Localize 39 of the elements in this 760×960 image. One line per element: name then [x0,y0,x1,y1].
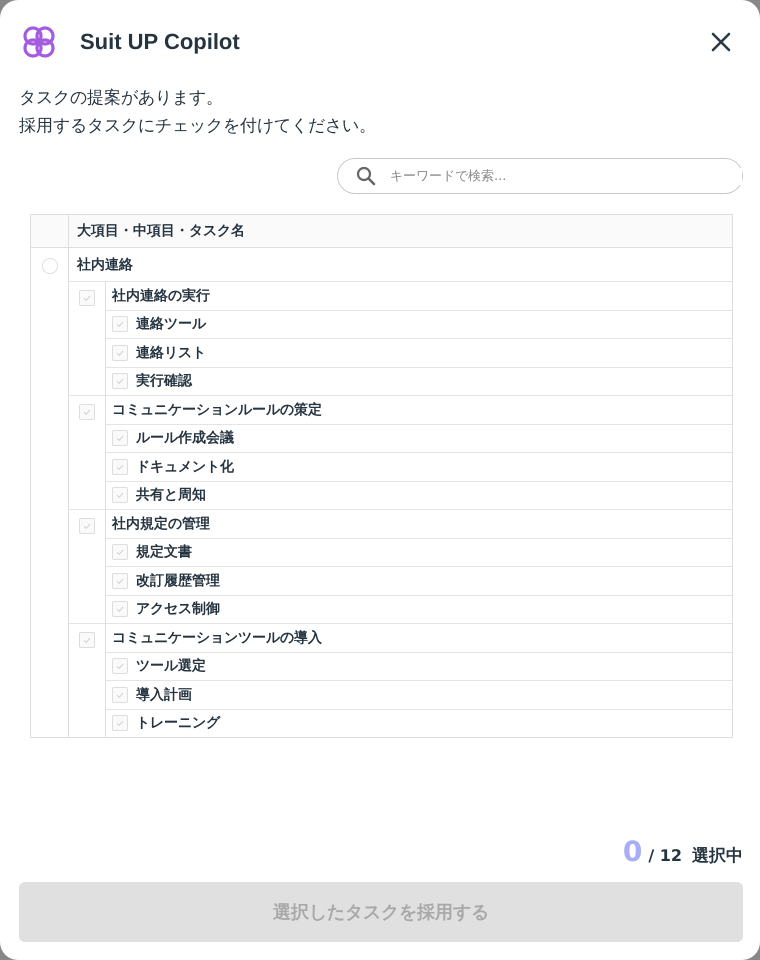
task-label: 規定文書 [136,543,192,562]
task-label: 実行確認 [136,372,192,390]
check-icon [82,407,92,417]
subcategory-label: 社内連絡の実行 [112,286,210,305]
check-icon [115,319,125,330]
task-label: 導入計画 [136,686,192,704]
total-count: / 12 [648,846,682,865]
subcategory-label: 社内規定の管理 [112,514,210,533]
category-label: 社内連絡 [77,256,133,274]
search-icon [356,166,376,186]
task-label: アクセス制御 [136,600,220,618]
check-icon [115,604,125,614]
task-label: 改訂履歴管理 [136,572,220,590]
instruction-text: タスクの提案があります。 [19,87,224,110]
task-label: ドキュメント化 [136,458,234,476]
radio-button[interactable] [42,258,58,274]
subcategory-label: コミュニケーションツールの導入 [112,628,322,647]
task-label: ツール選定 [136,657,206,676]
task-label: 共有と周知 [136,486,206,504]
check-icon [115,490,125,500]
selected-count: 0 [622,835,642,868]
task-label: 連絡リスト [136,344,206,362]
task-label: トレーニング [136,714,220,732]
check-icon [115,376,125,386]
check-icon [115,433,125,444]
check-icon [115,661,125,672]
task-label: 連絡ツール [136,315,206,334]
subcategory-label: コミュニケーションルールの策定 [112,400,322,419]
instruction-text: 採用するタスクにチェックを付けてください。 [19,115,377,138]
check-icon [82,521,92,531]
check-icon [115,718,125,728]
check-icon [82,635,92,645]
column-header: 大項目・中項目・タスク名 [76,222,245,241]
task-label: ルール作成会議 [136,429,234,448]
app-title: Suit UP Copilot [80,29,241,55]
selected-label: 選択中 [692,845,743,867]
search-field[interactable]: キーワードで検索... [337,158,743,194]
check-icon [115,547,125,558]
check-icon [82,293,92,303]
